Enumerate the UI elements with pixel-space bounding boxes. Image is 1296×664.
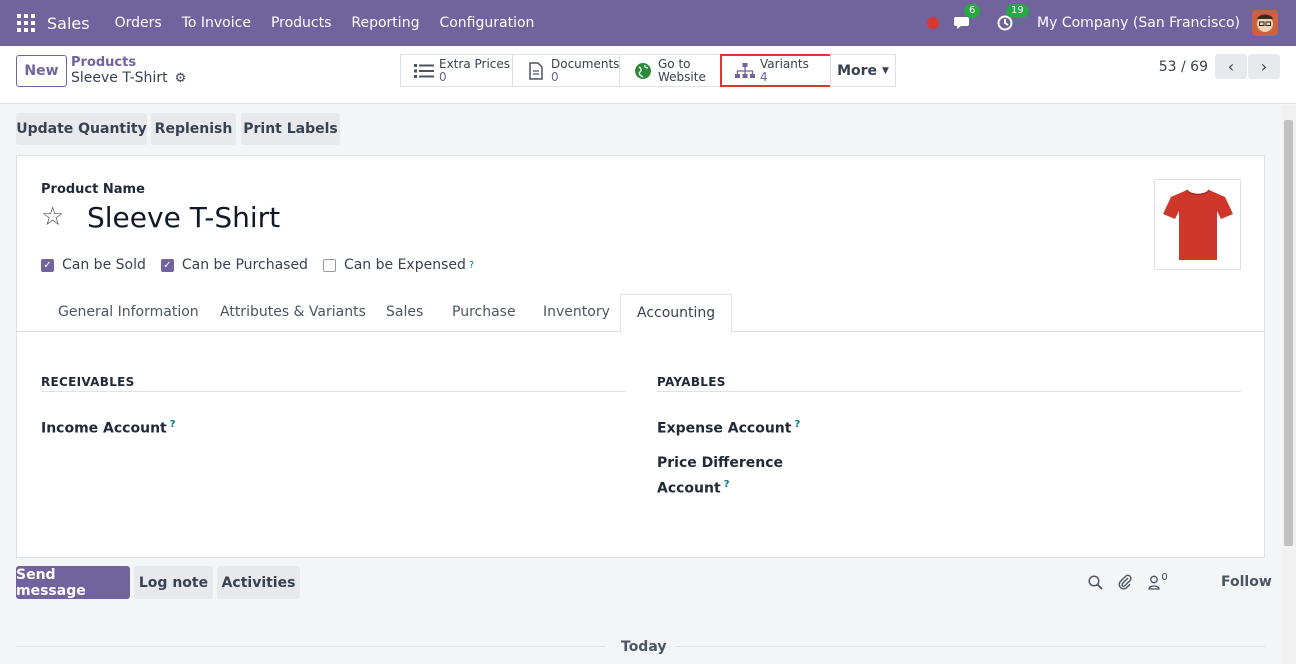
update-quantity-button[interactable]: Update Quantity [16, 113, 147, 145]
can-be-expensed-label: Can be Expensed [343, 257, 466, 273]
sitemap-icon [732, 62, 758, 79]
followers-button[interactable]: 0 [1145, 572, 1171, 592]
send-message-button[interactable]: Send message [16, 566, 130, 599]
gear-icon[interactable]: ⚙ [175, 71, 187, 86]
help-tooltip-icon[interactable]: ? [170, 419, 176, 430]
messages-icon[interactable]: 6 [953, 4, 981, 33]
expense-account-text: Expense Account [657, 420, 792, 437]
log-note-button[interactable]: Log note [134, 566, 213, 599]
tab-attributes-variants[interactable]: Attributes & Variants [220, 304, 366, 320]
go-to-website-button[interactable]: Go to Website [619, 54, 721, 87]
expense-account-label: Expense Account? [657, 414, 800, 440]
document-icon [523, 61, 549, 80]
website-line2: Website [658, 69, 706, 84]
list-icon [411, 63, 437, 79]
menu-reporting[interactable]: Reporting [351, 15, 419, 31]
documents-label: Documents [551, 56, 620, 71]
extra-prices-button[interactable]: Extra Prices 0 [400, 54, 513, 87]
more-label: More [837, 62, 878, 79]
documents-value: 0 [551, 69, 559, 84]
company-switcher[interactable]: My Company (San Francisco) [1037, 15, 1240, 31]
tab-sales[interactable]: Sales [386, 304, 423, 320]
can-be-sold-checkbox[interactable]: ✓ Can be Sold [41, 257, 146, 273]
help-tooltip-icon[interactable]: ? [794, 419, 800, 430]
recording-dot-icon[interactable] [927, 17, 940, 29]
paperclip-icon[interactable] [1116, 572, 1134, 592]
follow-button[interactable]: Follow [1221, 574, 1272, 590]
variants-button[interactable]: Variants 4 [720, 54, 832, 87]
notebook-tabs: General Information Attributes & Variant… [17, 294, 1264, 333]
caret-down-icon: ▼ [882, 65, 889, 76]
control-panel: New Products Sleeve T-Shirt ⚙ Extra Pric… [0, 46, 1296, 104]
product-image[interactable] [1154, 179, 1241, 270]
documents-button[interactable]: Documents 0 [512, 54, 620, 87]
menu-orders[interactable]: Orders [115, 15, 162, 31]
today-divider-left [16, 646, 605, 647]
tshirt-icon [1162, 189, 1233, 260]
app-brand[interactable]: Sales [47, 14, 90, 33]
receivables-title: RECEIVABLES [41, 375, 135, 389]
checkbox-checked-icon[interactable]: ✓ [160, 258, 174, 272]
variants-label: Variants [760, 56, 809, 71]
income-account-label: Income Account? [41, 414, 176, 440]
product-name-field[interactable]: Sleeve T-Shirt [87, 201, 280, 234]
can-be-expensed-checkbox[interactable]: Can be Expensed ? [322, 257, 474, 273]
pager-next-button[interactable]: › [1248, 54, 1280, 79]
menu-products[interactable]: Products [271, 15, 331, 31]
breadcrumb-products[interactable]: Products [71, 55, 136, 70]
can-be-purchased-label: Can be Purchased [181, 257, 308, 273]
print-labels-button[interactable]: Print Labels [241, 113, 340, 145]
checkbox-unchecked-icon[interactable] [322, 258, 336, 272]
user-avatar[interactable] [1252, 10, 1278, 36]
new-button[interactable]: New [16, 55, 67, 87]
tab-accounting[interactable]: Accounting [620, 294, 733, 333]
more-dropdown[interactable]: More ▼ [830, 54, 896, 87]
tab-general-information[interactable]: General Information [58, 304, 199, 320]
chevron-right-icon: › [1260, 57, 1268, 76]
globe-icon [630, 62, 656, 80]
pager-value[interactable]: 53 / 69 [1159, 59, 1208, 75]
messages-badge: 6 [964, 4, 981, 18]
scrollbar-thumb[interactable] [1284, 120, 1293, 546]
help-tooltip-icon[interactable]: ? [724, 479, 730, 490]
activities-badge: 19 [1006, 4, 1029, 18]
price-difference-account-label: Price Difference Account? [657, 453, 783, 500]
apps-menu-icon[interactable] [17, 14, 35, 32]
today-separator: Today [621, 639, 667, 655]
activities-clock-icon[interactable]: 19 [995, 4, 1029, 33]
product-flags: ✓ Can be Sold ✓ Can be Purchased Can be … [41, 257, 489, 273]
can-be-sold-label: Can be Sold [62, 257, 146, 273]
income-account-text: Income Account [41, 420, 167, 437]
can-be-purchased-checkbox[interactable]: ✓ Can be Purchased [160, 257, 308, 273]
replenish-button[interactable]: Replenish [151, 113, 236, 145]
checkbox-checked-icon[interactable]: ✓ [41, 258, 54, 272]
help-tooltip-icon[interactable]: ? [469, 260, 474, 271]
price-diff-line1: Price Difference [657, 455, 784, 471]
today-divider-right [676, 646, 1265, 647]
payables-title: PAYABLES [657, 375, 726, 389]
search-icon[interactable] [1086, 572, 1104, 592]
website-line1: Go to [658, 56, 691, 71]
receivables-divider [41, 391, 626, 392]
tab-inventory[interactable]: Inventory [543, 304, 610, 320]
extra-prices-label: Extra Prices [439, 56, 511, 71]
user-icon [1148, 575, 1160, 590]
product-name-label: Product Name [41, 182, 145, 197]
variants-value: 4 [760, 69, 768, 84]
record-name: Sleeve T-Shirt [71, 70, 168, 86]
followers-count: 0 [1161, 571, 1168, 583]
star-icon[interactable]: ☆ [41, 202, 64, 232]
breadcrumb-current: Sleeve T-Shirt ⚙ [71, 70, 186, 86]
menu-to-invoice[interactable]: To Invoice [182, 15, 251, 31]
menu-configuration[interactable]: Configuration [439, 15, 534, 31]
tab-purchase[interactable]: Purchase [452, 304, 516, 320]
activities-button[interactable]: Activities [217, 566, 300, 599]
price-diff-line2: Account [657, 480, 721, 497]
extra-prices-value: 0 [439, 69, 447, 84]
form-sheet: Product Name ☆ Sleeve T-Shirt ✓ Can be S… [16, 155, 1265, 558]
pager-previous-button[interactable]: ‹ [1215, 54, 1247, 79]
payables-divider [657, 391, 1241, 392]
chevron-left-icon: ‹ [1227, 57, 1235, 76]
top-navbar: Sales Orders To Invoice Products Reporti… [0, 0, 1296, 46]
